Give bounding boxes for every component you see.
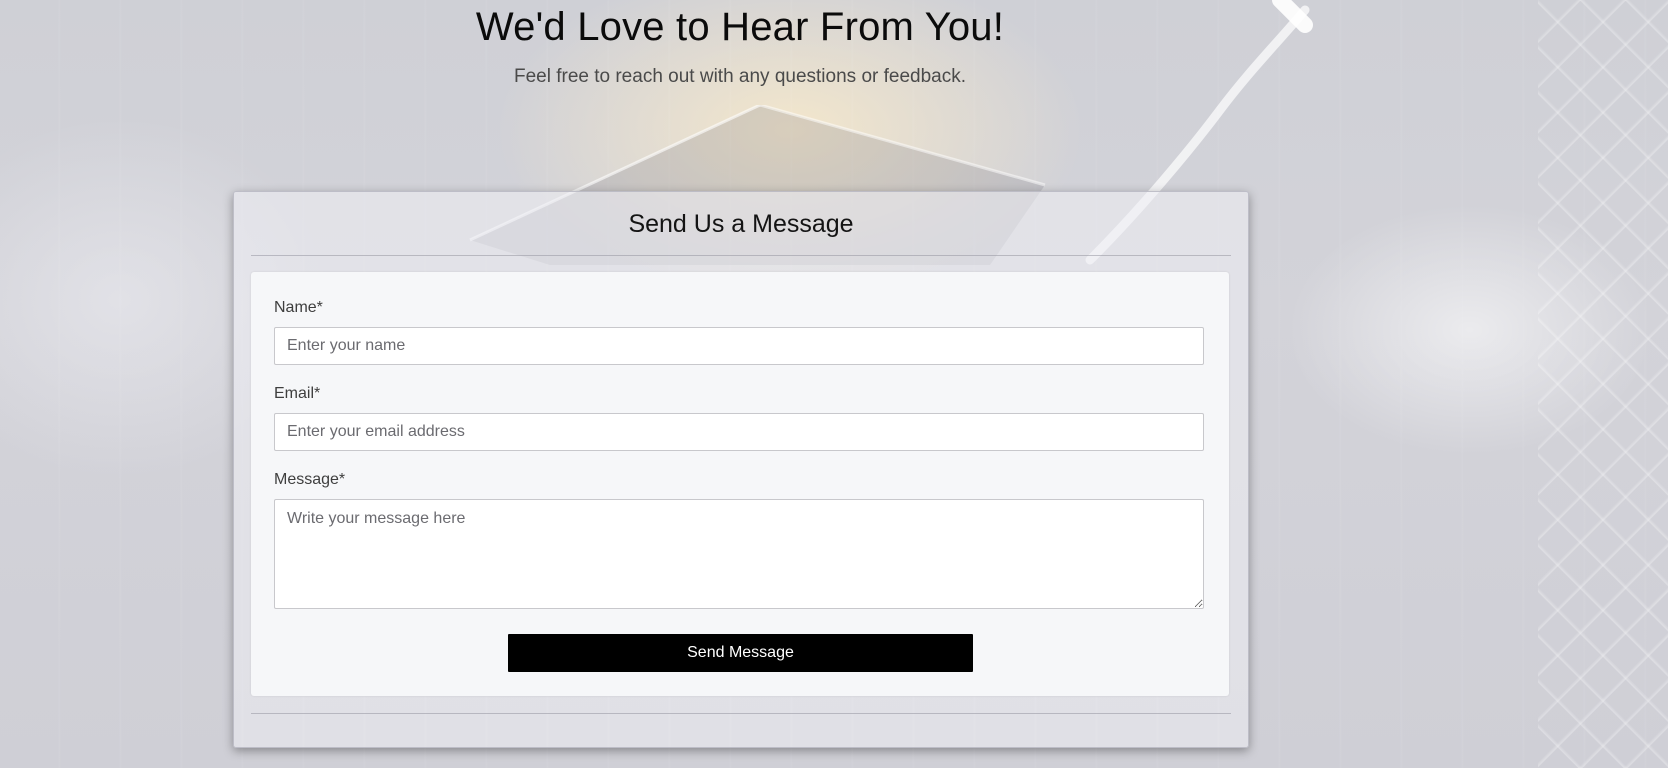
card-footer-divider xyxy=(251,713,1231,714)
send-message-button[interactable]: Send Message xyxy=(508,634,973,672)
contact-form-card: Send Us a Message Name* Email* Message* … xyxy=(233,191,1249,748)
page-subtitle: Feel free to reach out with any question… xyxy=(513,66,967,87)
name-input[interactable] xyxy=(274,327,1204,365)
message-textarea[interactable] xyxy=(274,499,1204,609)
name-label: Name* xyxy=(274,299,323,316)
page-title: We'd Love to Hear From You! xyxy=(475,5,1005,49)
message-label: Message* xyxy=(274,471,346,488)
email-label: Email* xyxy=(274,385,321,402)
card-header-divider xyxy=(251,255,1231,256)
background-lattice-ornament xyxy=(1538,0,1668,768)
email-input[interactable] xyxy=(274,413,1204,451)
contact-form: Name* Email* Message* Send Message xyxy=(251,272,1229,696)
contact-form-title: Send Us a Message xyxy=(628,210,854,238)
